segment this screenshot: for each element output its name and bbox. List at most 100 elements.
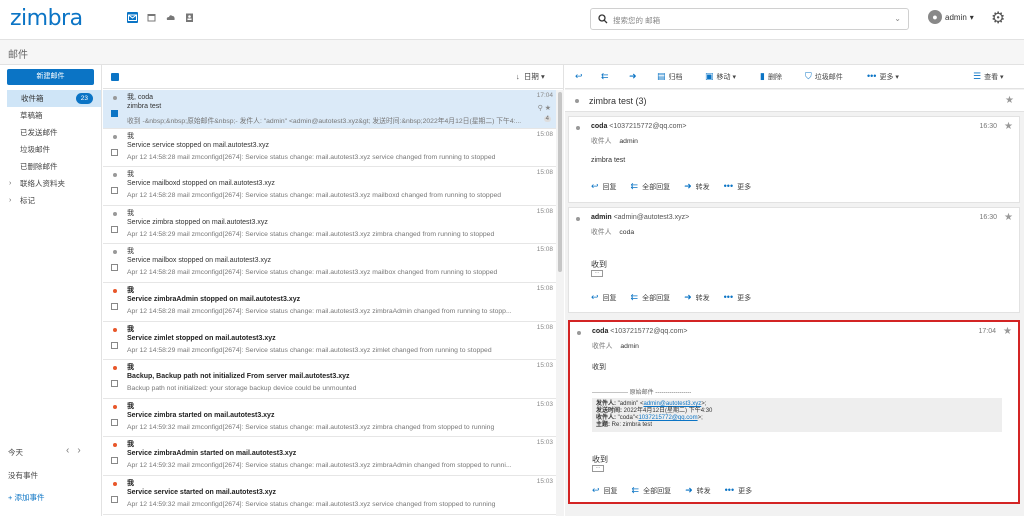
search-box[interactable]: 搜索您的 邮箱 ⌄ (590, 8, 909, 30)
message-row[interactable]: 我, coda zimbra test 收到 -&nbsp;&nbsp;原始邮件&n… (103, 90, 556, 129)
view-button[interactable]: ☰ 查看 ▾ (973, 71, 1004, 82)
row-preview: Apr 12 14:58:29 mail zmconfigd[2674]: Se… (127, 346, 492, 354)
show-quoted-button[interactable]: ··· (591, 270, 603, 277)
forward-button[interactable]: ➜ 转发 (684, 292, 710, 303)
archive-button[interactable]: ▤ 归档 (657, 71, 683, 82)
star-icon[interactable]: ★ (1004, 121, 1013, 132)
reader-toolbar: ↩ ⇇ ➜ ▤ 归档 ▣ 移动 ▾ ▮ 删除 ⛉ 垃圾邮件 ••• 更多 ▾ ☰ 查看 ▾ (565, 65, 1024, 89)
select-all-checkbox[interactable] (111, 73, 119, 81)
spam-button[interactable]: ⛉ 垃圾邮件 (805, 71, 843, 82)
folder-inbox[interactable]: 收件箱 23 (7, 90, 101, 107)
message-row[interactable]: 我 Service service started on mail.autotes… (103, 475, 556, 515)
message-row[interactable]: 我 Service zimlet stopped on mail.autotest… (103, 321, 556, 361)
briefcase-app-icon[interactable] (165, 12, 176, 23)
folder-sent[interactable]: 已发送邮件 (7, 124, 101, 141)
reply-all-button[interactable]: ⇇ 全部回复 (631, 181, 671, 192)
message-card[interactable]: coda <1037215772@qq.com> 16:30 ★ 收件人 admi… (568, 116, 1020, 203)
unread-dot-icon[interactable] (113, 443, 117, 448)
forward-icon[interactable]: ➜ (629, 71, 640, 82)
move-button[interactable]: ▣ 移动 ▾ (705, 71, 736, 82)
row-checkbox[interactable] (111, 302, 118, 310)
user-menu[interactable]: ● admin ▾ (928, 10, 974, 24)
mail-app-icon[interactable] (127, 12, 138, 23)
folder-trash[interactable]: 已删除邮件 (7, 158, 101, 175)
row-checkbox[interactable] (111, 110, 118, 117)
calendar-app-icon[interactable] (146, 12, 157, 23)
folder-junk[interactable]: 垃圾邮件 (7, 141, 101, 158)
sender[interactable]: admin <admin@autotest3.xyz> (591, 214, 689, 221)
row-checkbox[interactable] (111, 225, 118, 233)
reply-all-button[interactable]: ⇇ 全部回复 (631, 292, 671, 303)
unread-dot-icon[interactable] (113, 327, 117, 332)
message-card[interactable]: admin <admin@autotest3.xyz> 16:30 ★ 收件人 c… (568, 207, 1020, 313)
message-row[interactable]: 我 Service zimbraAdmin stopped on mail.aut… (103, 282, 556, 322)
forward-button[interactable]: ➜ 转发 (685, 485, 711, 496)
row-checkbox[interactable] (111, 148, 118, 156)
message-row[interactable]: 我 Service zimbra started on mail.autotest… (103, 398, 556, 438)
more-button[interactable]: ••• 更多 (725, 485, 752, 496)
forward-button[interactable]: ➜ 转发 (684, 181, 710, 192)
folder-contacts[interactable]: › 联络人资料夹 (7, 175, 101, 192)
row-checkbox[interactable] (111, 187, 118, 195)
gear-icon[interactable]: ⚙ (991, 8, 1005, 28)
unread-dot-icon[interactable] (113, 134, 117, 139)
sort-control[interactable]: ↓ 日期 ▾ (516, 71, 545, 82)
sender[interactable]: coda <1037215772@qq.com> (591, 123, 686, 130)
scrollbar-thumb[interactable] (558, 92, 562, 272)
row-checkbox[interactable] (111, 380, 118, 388)
message-row[interactable]: 我 Service mailbox stopped on mail.autotes… (103, 244, 556, 283)
row-checkbox[interactable] (111, 264, 118, 272)
more-button[interactable]: ••• 更多 ▾ (867, 71, 899, 82)
message-row[interactable]: 我 Service service stopped on mail.autotes… (103, 128, 556, 168)
unread-dot-icon[interactable] (113, 96, 117, 100)
row-checkbox[interactable] (111, 495, 118, 503)
row-sender: 我 (127, 325, 134, 333)
reply-all-button[interactable]: ⇇ 全部回复 (632, 485, 672, 496)
expand-icon[interactable]: › (9, 192, 11, 209)
star-icon[interactable]: ★ (1004, 212, 1013, 223)
more-button[interactable]: ••• 更多 (724, 292, 751, 303)
reply-all-icon[interactable]: ⇇ (601, 71, 612, 82)
star-icon[interactable]: ★ (1003, 326, 1012, 337)
contacts-app-icon[interactable] (184, 12, 195, 23)
row-checkbox[interactable] (111, 418, 118, 426)
chevron-down-icon[interactable]: ⌄ (894, 14, 901, 23)
email-link[interactable]: admin@autotest3.xyz (643, 401, 701, 407)
message-row[interactable]: 我 Service mailboxd stopped on mail.autote… (103, 167, 556, 206)
unread-dot-icon[interactable] (113, 481, 117, 486)
unread-dot-icon[interactable] (113, 211, 117, 216)
delete-button[interactable]: ▮ 删除 (760, 71, 782, 82)
unread-dot-icon[interactable] (113, 404, 117, 409)
new-mail-button[interactable]: 新建邮件 (7, 69, 94, 85)
message-row[interactable]: 我 Backup, Backup path not initialized Fro… (103, 360, 556, 399)
message-row[interactable]: 我 Service zimbraAdmin started on mail.aut… (103, 437, 556, 476)
expand-icon[interactable]: › (9, 175, 11, 192)
row-preview: Apr 12 14:58:28 mail zmconfigd[2674]: Se… (127, 153, 496, 161)
search-input[interactable]: 搜索您的 邮箱 (613, 15, 660, 26)
add-event-link[interactable]: + 添加事件 (8, 492, 44, 503)
scrollbar[interactable] (556, 90, 564, 516)
reply-button[interactable]: ↩ 回复 (591, 181, 617, 192)
reply-icon[interactable]: ↩ (575, 71, 586, 82)
calendar-nav[interactable]: ‹› (66, 445, 89, 456)
star-icon[interactable]: ★ (1005, 95, 1014, 106)
unread-dot-icon[interactable] (113, 366, 117, 371)
unread-dot-icon[interactable] (113, 250, 117, 255)
unread-dot-icon[interactable] (113, 173, 117, 178)
more-button[interactable]: ••• 更多 (724, 181, 751, 192)
row-checkbox[interactable] (111, 341, 118, 349)
message-card-highlighted[interactable]: coda <1037215772@qq.com> 17:04 ★ 收件人 admi… (568, 320, 1020, 504)
reply-button[interactable]: ↩ 回复 (592, 485, 618, 496)
show-quoted-button[interactable]: ··· (592, 465, 604, 472)
zimbra-logo[interactable]: zimbra (10, 6, 83, 31)
message-row[interactable]: 我 Service zimbra stopped on mail.autotest… (103, 205, 556, 245)
folder-tags[interactable]: › 标记 (7, 192, 101, 209)
sender[interactable]: coda <1037215772@qq.com> (592, 328, 687, 335)
row-sender: 我 (127, 209, 134, 217)
folder-drafts[interactable]: 草稿箱 (7, 107, 101, 124)
email-link[interactable]: 1037215772@qq.com (638, 415, 697, 421)
flag-icon[interactable]: ⚲ ★ (538, 104, 551, 112)
unread-dot-icon[interactable] (113, 288, 117, 293)
reply-button[interactable]: ↩ 回复 (591, 292, 617, 303)
row-checkbox[interactable] (111, 457, 118, 465)
